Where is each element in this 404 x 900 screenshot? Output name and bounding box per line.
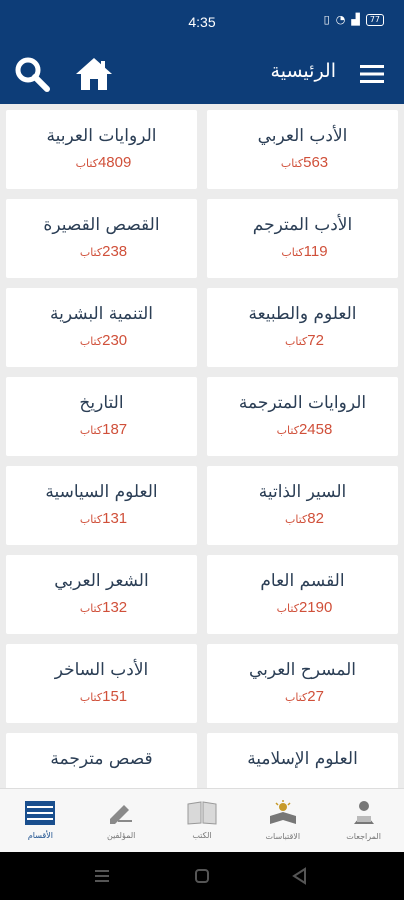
- category-title: الأدب الساخر: [54, 660, 149, 680]
- category-count: 187كتاب: [79, 421, 128, 438]
- category-count: 2190كتاب: [276, 599, 333, 616]
- category-title: التنمية البشرية: [49, 304, 154, 324]
- home-button[interactable]: [74, 54, 114, 94]
- status-icons: ▯ ◔ ▟ 77: [324, 13, 384, 26]
- home-nav-icon[interactable]: [192, 866, 212, 886]
- nav-label: المراجعات: [346, 832, 381, 841]
- category-title: المسرح العربي: [248, 660, 357, 680]
- category-title: القصص القصيرة: [43, 215, 160, 235]
- recent-apps-icon[interactable]: [92, 866, 112, 886]
- category-card[interactable]: العلوم والطبيعة 72كتاب: [207, 288, 398, 367]
- sections-icon: [25, 801, 56, 825]
- nav-label: الكتب: [192, 831, 212, 840]
- category-count: 238كتاب: [79, 243, 128, 260]
- category-title: السير الذاتية: [258, 482, 347, 502]
- nav-authors[interactable]: المؤلفين: [81, 789, 162, 852]
- category-count: 151كتاب: [79, 688, 128, 705]
- category-card[interactable]: الأدب العربي 563كتاب: [207, 110, 398, 189]
- app-bar: الرئيسية: [0, 40, 404, 104]
- category-title: العلوم السياسية: [45, 482, 158, 502]
- nav-label: المؤلفين: [106, 831, 136, 840]
- category-title: القسم العام: [260, 571, 345, 591]
- nav-books[interactable]: الكتب: [162, 789, 243, 852]
- menu-button[interactable]: [352, 54, 392, 94]
- category-count: 82كتاب: [285, 510, 324, 527]
- nav-quotes[interactable]: الاقتباسات: [242, 789, 323, 852]
- signal-icon: ▟: [351, 13, 360, 26]
- category-card[interactable]: القسم العام 2190كتاب: [207, 555, 398, 634]
- wifi-icon: ◔: [335, 13, 346, 26]
- category-count: 2458كتاب: [276, 421, 333, 438]
- category-card[interactable]: الشعر العربي 132كتاب: [6, 555, 197, 634]
- category-card[interactable]: المسرح العربي 27كتاب: [207, 644, 398, 723]
- category-count: 119كتاب: [281, 243, 328, 260]
- nav-label: الاقتباسات: [265, 832, 301, 841]
- status-bar: 4:35 ▯ ◔ ▟ 77: [0, 0, 404, 40]
- system-navigation-bar: [0, 852, 404, 900]
- vibrate-icon: ▯: [323, 13, 330, 26]
- home-icon: [76, 58, 112, 90]
- category-card[interactable]: قصص مترجمة: [6, 733, 197, 788]
- category-count: 72كتاب: [285, 332, 324, 349]
- quotes-icon: [269, 800, 296, 824]
- category-count: [207, 777, 398, 788]
- nav-reviews[interactable]: المراجعات: [323, 789, 404, 852]
- category-count: 131كتاب: [79, 510, 128, 527]
- category-title: الأدب العربي: [257, 126, 348, 146]
- category-card[interactable]: التنمية البشرية 230كتاب: [6, 288, 197, 367]
- category-count: 132كتاب: [79, 599, 128, 616]
- category-title: العلوم الإسلامية: [247, 749, 358, 769]
- category-count: 4809كتاب: [75, 154, 132, 171]
- category-card[interactable]: الأدب الساخر 151كتاب: [6, 644, 197, 723]
- back-icon[interactable]: [290, 866, 310, 886]
- category-count: 230كتاب: [79, 332, 128, 349]
- category-title: العلوم والطبيعة: [248, 304, 357, 324]
- reviews-icon: [353, 801, 374, 824]
- category-title: التاريخ: [79, 393, 124, 413]
- category-count: [6, 777, 197, 788]
- category-card[interactable]: السير الذاتية 82كتاب: [207, 466, 398, 545]
- search-icon: [15, 57, 50, 92]
- category-title: الشعر العربي: [54, 571, 149, 591]
- authors-icon: [110, 805, 133, 824]
- menu-icon: [360, 65, 384, 83]
- category-count: 563كتاب: [280, 154, 329, 171]
- category-title: الروايات المترجمة: [238, 393, 367, 413]
- category-card[interactable]: الروايات العربية 4809كتاب: [6, 110, 197, 189]
- category-title: قصص مترجمة: [50, 749, 153, 769]
- nav-label: الأقسام: [27, 831, 53, 840]
- bottom-nav: الأقسام المؤلفين الكتب الاقتباسات المراج…: [0, 788, 404, 852]
- category-card[interactable]: الروايات المترجمة 2458كتاب: [207, 377, 398, 456]
- page-title: الرئيسية: [270, 60, 336, 82]
- category-card[interactable]: العلوم الإسلامية: [207, 733, 398, 788]
- nav-sections[interactable]: الأقسام: [0, 789, 81, 852]
- category-count: 27كتاب: [285, 688, 324, 705]
- battery-icon: 77: [365, 13, 384, 26]
- category-card[interactable]: التاريخ 187كتاب: [6, 377, 197, 456]
- category-card[interactable]: الأدب المترجم 119كتاب: [207, 199, 398, 278]
- category-title: الروايات العربية: [46, 126, 157, 146]
- books-icon: [187, 801, 217, 825]
- category-card[interactable]: العلوم السياسية 131كتاب: [6, 466, 197, 545]
- category-title: الأدب المترجم: [252, 215, 353, 235]
- search-button[interactable]: [12, 54, 52, 94]
- category-card[interactable]: القصص القصيرة 238كتاب: [6, 199, 197, 278]
- category-grid: الأدب العربي 563كتاب الروايات العربية 48…: [0, 104, 404, 788]
